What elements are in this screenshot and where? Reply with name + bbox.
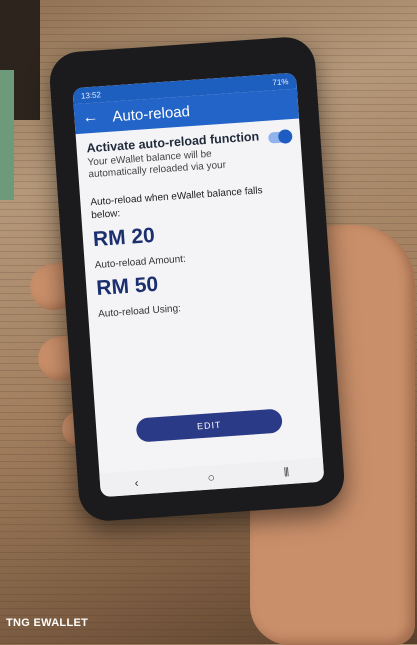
auto-reload-content: Activate auto-reload function Your eWall…	[76, 118, 313, 328]
auto-reload-switch[interactable]	[267, 131, 291, 144]
status-battery: 71%	[272, 76, 289, 87]
smartphone: 13:52 71% ← Auto-reload Activate auto-re…	[47, 35, 347, 523]
nav-recents-icon[interactable]: ⦀	[283, 465, 289, 480]
edit-button[interactable]: EDIT	[135, 408, 283, 443]
photo-caption: TNG EWALLET	[6, 617, 89, 629]
app-bar-title: Auto-reload	[111, 102, 191, 125]
android-nav-bar: ‹ ○ ⦀	[99, 457, 325, 498]
nav-home-icon[interactable]: ○	[207, 470, 215, 484]
nav-back-icon[interactable]: ‹	[134, 476, 139, 490]
auto-reload-toggle-row: Activate auto-reload function Your eWall…	[86, 127, 292, 181]
background-green-strip	[0, 70, 14, 200]
back-arrow-icon[interactable]: ←	[82, 108, 99, 127]
status-time: 13:52	[80, 89, 102, 101]
phone-screen: 13:52 71% ← Auto-reload Activate auto-re…	[72, 72, 325, 498]
